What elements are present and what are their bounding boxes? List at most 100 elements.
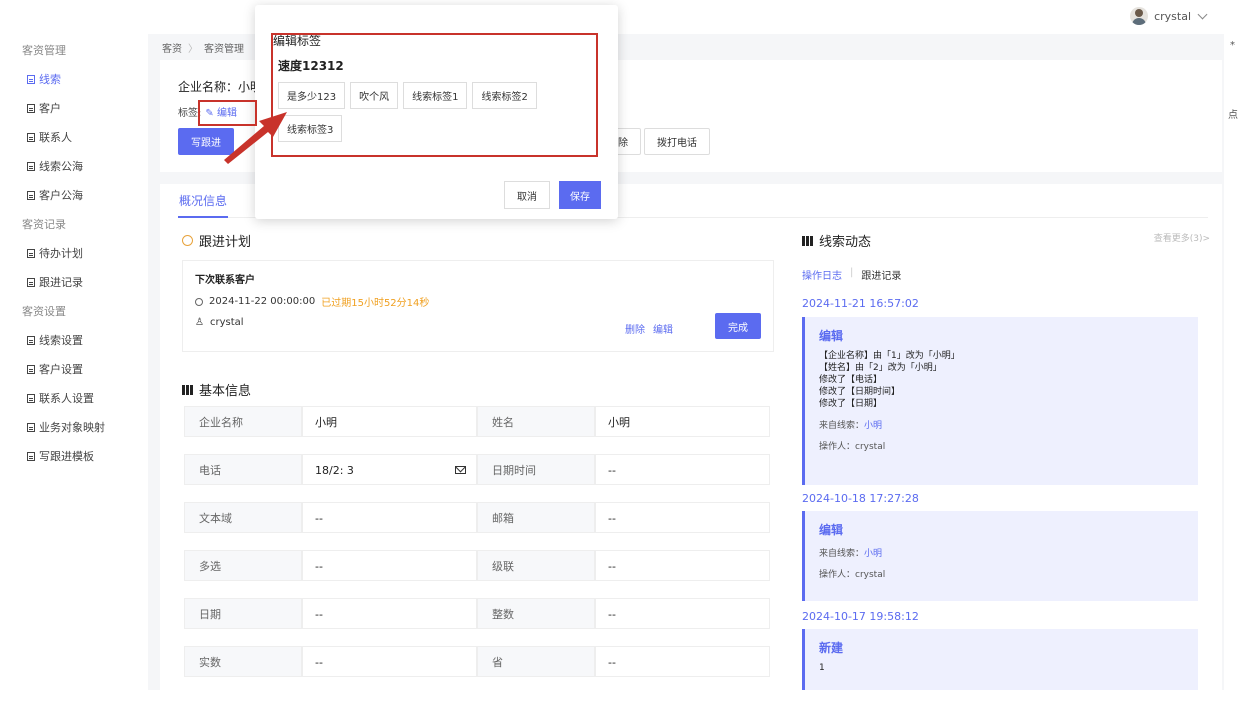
log-entry-title: 编辑: [819, 329, 844, 343]
log-line: 修改了【电话】: [819, 375, 883, 385]
tab-follow-records[interactable]: 跟进记录: [861, 267, 901, 282]
field-label: 日期时间: [477, 454, 595, 485]
sidebar-item-object-mapping[interactable]: 业务对象映射: [0, 413, 148, 442]
company-name: 企业名称：小明: [178, 80, 263, 94]
info-row: 多选 -- 级联 --: [184, 550, 770, 581]
log-entry: 编辑 来自线索：小明 操作人：crystal: [802, 511, 1198, 601]
edit-tags-link[interactable]: ✎ 编辑: [205, 104, 237, 119]
field-label: 整数: [477, 598, 595, 629]
tag-option[interactable]: 是多少123: [278, 82, 346, 109]
sidebar-item-lead-settings[interactable]: 线索设置: [0, 326, 148, 355]
sidebar-item-label: 线索设置: [39, 334, 83, 347]
user-icon: ♙: [195, 317, 204, 328]
plan-section-label: 跟进计划: [199, 235, 252, 250]
field-value: --: [595, 550, 770, 581]
tag-option[interactable]: 线索标签2: [472, 82, 537, 109]
sidebar-item-label: 客户公海: [39, 189, 83, 202]
doc-icon: [27, 423, 35, 432]
user-menu[interactable]: crystal: [1130, 7, 1208, 25]
clock-icon: [195, 297, 203, 306]
sidebar-item-customer-pool[interactable]: 客户公海: [0, 181, 148, 210]
call-button[interactable]: 拨打电话: [644, 128, 710, 155]
sidebar-item-todo[interactable]: 待办计划: [0, 239, 148, 268]
log-line: 【企业名称】由「1」改为「小明」: [819, 351, 960, 361]
alarm-icon: [182, 235, 193, 246]
source-label: 来自线索：: [819, 421, 865, 431]
edge-text: 点: [1228, 110, 1238, 121]
tab-operation-log[interactable]: 操作日志: [802, 267, 842, 282]
field-value: --: [302, 646, 477, 677]
tab-separator: |: [850, 267, 854, 278]
field-label: 电话: [184, 454, 302, 485]
field-value: --: [302, 502, 477, 533]
basic-info-label: 基本信息: [199, 384, 252, 399]
log-line: 【姓名】由「2」改为「小明」: [819, 363, 942, 373]
log-entry-title: 新建: [819, 641, 844, 655]
breadcrumb-item[interactable]: 客资管理: [204, 40, 244, 55]
sidebar-item-contact-settings[interactable]: 联系人设置: [0, 384, 148, 413]
mail-icon[interactable]: [455, 466, 466, 474]
breadcrumb: 客资 〉 客资管理: [162, 40, 244, 55]
sidebar-item-label: 客户: [39, 102, 61, 115]
save-button[interactable]: 保存: [559, 181, 601, 209]
view-more-link[interactable]: 查看更多(3)>: [1154, 231, 1210, 244]
basic-info-table: 企业名称 小明 姓名 小明 电话 18/2: 3 日期时间 -- 文本域 -- …: [184, 406, 770, 694]
user-name: crystal: [1154, 9, 1191, 23]
right-edge-panel: * 点: [1224, 34, 1240, 720]
sidebar-item-contacts[interactable]: 联系人: [0, 123, 148, 152]
sidebar-item-follow-records[interactable]: 跟进记录: [0, 268, 148, 297]
plan-time: 2024-11-22 00:00:00 已过期15小时52分14秒: [195, 294, 429, 309]
operator-name: crystal: [855, 442, 886, 452]
field-value: 小明: [595, 406, 770, 437]
avatar: [1130, 7, 1149, 25]
popup-subtitle: 速度12312: [278, 59, 344, 73]
tag-option[interactable]: 吹个风: [350, 82, 399, 109]
complete-button[interactable]: 完成: [715, 313, 761, 339]
cancel-button[interactable]: 取消: [504, 181, 550, 209]
chart-icon: [182, 384, 193, 395]
field-label: 邮箱: [477, 502, 595, 533]
sidebar-item-follow-template[interactable]: 写跟进模板: [0, 442, 148, 471]
edge-text: *: [1230, 40, 1235, 51]
sidebar-item-leads[interactable]: 线索: [0, 65, 148, 94]
sidebar-item-customer-settings[interactable]: 客户设置: [0, 355, 148, 384]
log-line: 修改了【日期时间】: [819, 387, 901, 397]
tab-overview[interactable]: 概况信息: [178, 192, 229, 218]
log-date: 2024-10-17 19:58:12: [802, 610, 919, 623]
plan-title: 下次联系客户: [195, 275, 255, 286]
field-label: 姓名: [477, 406, 595, 437]
plan-edit-link[interactable]: 编辑: [653, 321, 673, 336]
chart-icon: [802, 235, 813, 246]
operator-label: 操作人：: [819, 442, 856, 452]
tag-list: 是多少123 吹个风 线索标签1 线索标签2 线索标签3: [278, 82, 598, 142]
tag-option[interactable]: 线索标签3: [278, 115, 343, 142]
sidebar-item-label: 客户设置: [39, 363, 83, 376]
tag-option[interactable]: 线索标签1: [403, 82, 468, 109]
breadcrumb-separator: 〉: [188, 44, 198, 55]
field-label: 文本域: [184, 502, 302, 533]
tag-row: 标签: ✎ 编辑: [178, 104, 237, 119]
log-date: 2024-11-21 16:57:02: [802, 297, 919, 310]
sidebar-item-label: 线索公海: [39, 160, 83, 173]
source-link[interactable]: 小明: [864, 549, 882, 559]
top-bar: crystal: [0, 0, 1240, 34]
sidebar-item-lead-pool[interactable]: 线索公海: [0, 152, 148, 181]
field-label: 多选: [184, 550, 302, 581]
breadcrumb-item[interactable]: 客资: [162, 40, 182, 55]
field-value: --: [595, 598, 770, 629]
sidebar-group-title: 客资设置: [22, 305, 66, 318]
doc-icon: [27, 365, 35, 374]
write-follow-button[interactable]: 写跟进: [178, 128, 234, 155]
source-link[interactable]: 小明: [864, 421, 882, 431]
info-row: 电话 18/2: 3 日期时间 --: [184, 454, 770, 485]
plan-user-name: crystal: [209, 317, 244, 328]
log-source: 来自线索：小明: [819, 418, 1184, 431]
field-value: --: [595, 646, 770, 677]
action-bar: 写跟进: [178, 128, 234, 155]
sidebar-group-title: 客资管理: [22, 44, 66, 57]
sidebar-item-customers[interactable]: 客户: [0, 94, 148, 123]
plan-delete-link[interactable]: 删除: [625, 321, 645, 336]
edit-icon: ✎: [205, 108, 214, 119]
plan-ops: 删除 编辑: [625, 321, 673, 336]
info-row: 文本域 -- 邮箱 --: [184, 502, 770, 533]
